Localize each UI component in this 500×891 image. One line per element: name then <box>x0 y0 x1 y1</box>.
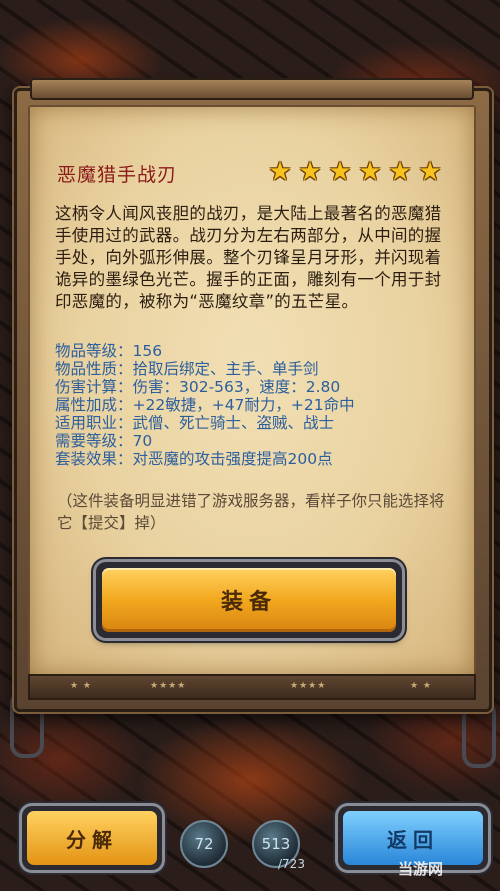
star-rating: ★ ★ ★ ★ ★ ★ <box>266 158 444 186</box>
split-button-label: 分解 <box>27 811 157 865</box>
star-icon: ★ <box>418 157 442 187</box>
stat-classes: 适用职业：武僧、死亡骑士、盗贼、战士 <box>55 414 335 432</box>
stat-attributes: 属性加成：+22敏捷，+47耐力，+21命中 <box>55 396 355 414</box>
orb-left-value: 72 <box>194 835 214 853</box>
frame-top-bar <box>30 78 474 100</box>
stat-set-bonus: 套装效果：对恶魔的攻击强度提高200点 <box>55 450 333 468</box>
orb-right-max: /723 <box>278 857 305 871</box>
star-icon: ★ <box>388 157 412 187</box>
star-icon: ★ <box>298 157 322 187</box>
item-description: 这柄令人闻风丧胆的战刃，是大陆上最著名的恶魔猎手使用过的武器。战刃分为左右两部分… <box>55 204 442 311</box>
star-icon: ★ <box>358 157 382 187</box>
equip-button[interactable]: 装备 <box>96 562 402 638</box>
equip-button-label: 装备 <box>102 568 396 632</box>
strip-ornament: ★ ★ <box>410 681 432 691</box>
back-button-label: 返回 <box>343 811 483 865</box>
strip-ornament: ★★★★ <box>150 681 187 691</box>
stat-required-level: 需要等级：70 <box>55 432 153 450</box>
star-icon: ★ <box>328 157 352 187</box>
item-stats: 物品等级：156 物品性质：拾取后绑定、主手、单手剑 伤害计算：伤害：302-5… <box>55 342 455 468</box>
watermark-text: 当游网 <box>398 860 444 878</box>
item-name: 恶魔猎手战刃 <box>57 164 178 186</box>
star-icon: ★ <box>268 157 292 187</box>
stat-item-level: 物品等级：156 <box>55 342 163 360</box>
item-note: （这件装备明显进错了游戏服务器，看样子你只能选择将它【提交】掉） <box>57 492 445 532</box>
stat-damage: 伤害计算：伤害：302-563，速度：2.80 <box>55 378 341 396</box>
panel-bottom-strip: ★ ★ ★★★★ ★★★★ ★ ★ <box>28 674 476 700</box>
strip-ornament: ★★★★ <box>290 681 327 691</box>
strip-ornament: ★ ★ <box>70 681 92 691</box>
orb-right-value: 513 <box>261 835 291 853</box>
split-button[interactable]: 分解 <box>22 806 162 870</box>
stat-item-type: 物品性质：拾取后绑定、主手、单手剑 <box>55 360 319 378</box>
resource-orb-left: 72 <box>180 820 228 868</box>
